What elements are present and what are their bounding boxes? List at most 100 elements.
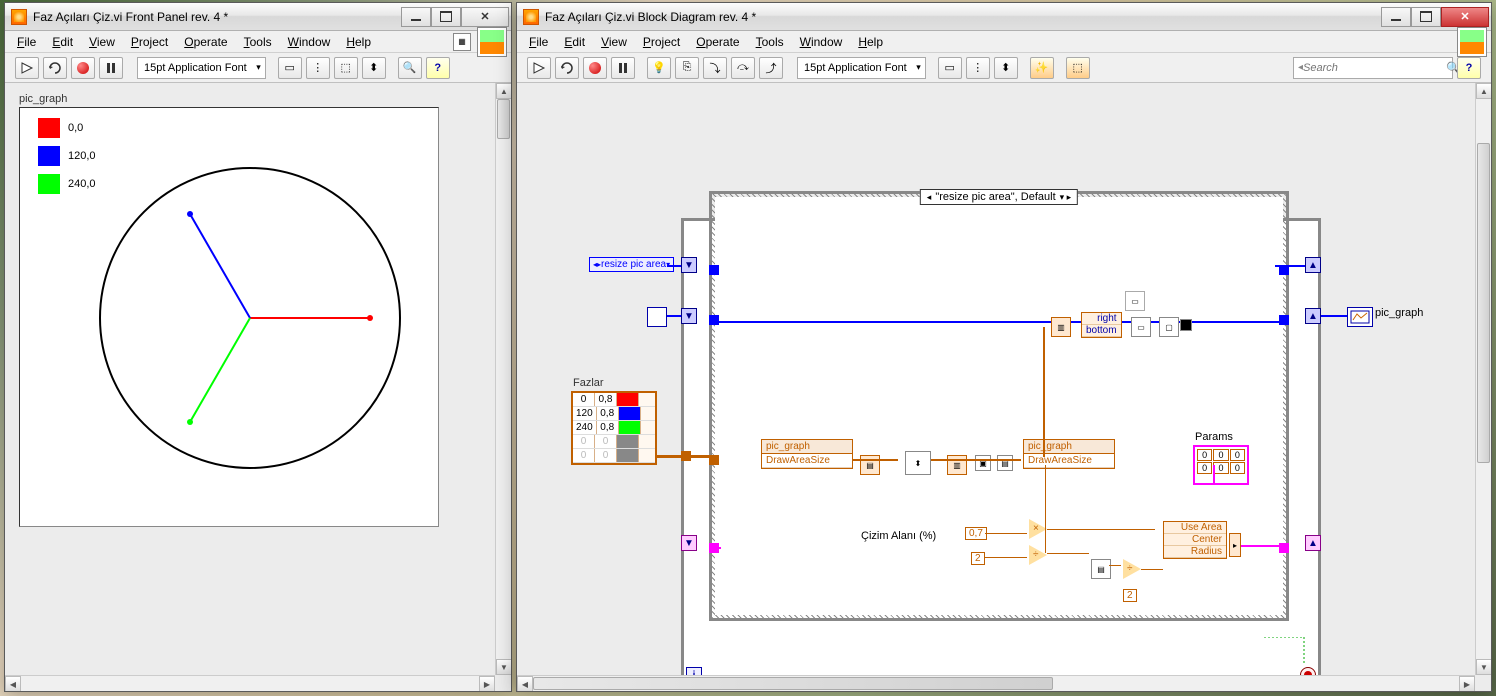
rect-build-icon[interactable]: ▭: [1131, 317, 1151, 337]
fazlar-cluster-constant[interactable]: Fazlar 00,81200,82400,80000: [571, 391, 657, 465]
menu-edit[interactable]: Edit: [44, 33, 81, 51]
tunnel[interactable]: [709, 265, 719, 275]
shift-register-left-2[interactable]: ▼: [681, 308, 697, 324]
picture-constant[interactable]: [647, 307, 667, 327]
fazlar-color[interactable]: [617, 393, 639, 406]
tunnel[interactable]: [1279, 315, 1289, 325]
to-cluster-icon[interactable]: ▥: [1051, 317, 1071, 337]
scroll-left-icon[interactable]: ◀: [517, 676, 533, 691]
fazlar-color[interactable]: [617, 449, 639, 462]
menu-help[interactable]: Help: [850, 33, 891, 51]
horizontal-scrollbar[interactable]: ◀ ▶: [5, 675, 495, 691]
property-node-pic-graph-2[interactable]: pic_graph DrawAreaSize: [1023, 439, 1115, 469]
scroll-up-icon[interactable]: ▲: [496, 83, 511, 99]
fazlar-row[interactable]: 2400,8: [573, 421, 655, 435]
fazlar-color[interactable]: [619, 421, 641, 434]
fazlar-color[interactable]: [619, 407, 641, 420]
loop-tunnel-fazlar[interactable]: [681, 451, 691, 461]
fazlar-angle[interactable]: 240: [573, 421, 597, 434]
vi-icon[interactable]: [477, 27, 507, 57]
bundle-icon[interactable]: ▤: [997, 455, 1013, 471]
menu-edit[interactable]: Edit: [556, 33, 593, 51]
help-button[interactable]: ?: [426, 57, 450, 79]
scroll-right-icon[interactable]: ▶: [1459, 676, 1475, 691]
params-cluster-indicator[interactable]: 0 0 0 0 0 0 Params: [1193, 445, 1249, 485]
constant-2b[interactable]: 2: [1123, 589, 1137, 602]
step-into-button[interactable]: ⤵: [703, 57, 727, 79]
font-select[interactable]: 15pt Application Font: [797, 57, 926, 79]
menu-file[interactable]: File: [9, 33, 44, 51]
shift-register-right-2[interactable]: ▲: [1305, 308, 1321, 324]
fazlar-row[interactable]: 00,8: [573, 393, 655, 407]
case-structure[interactable]: "resize pic area", Default r: [709, 191, 1289, 621]
help-button[interactable]: ?: [1457, 57, 1481, 79]
minimize-button[interactable]: [1381, 7, 1411, 27]
highlight-execution-button[interactable]: 💡: [647, 57, 671, 79]
pause-button[interactable]: [99, 57, 123, 79]
array-to-cluster-icon[interactable]: ▥: [947, 455, 967, 475]
run-continuous-button[interactable]: [43, 57, 67, 79]
reorder-button[interactable]: ⬍: [994, 57, 1018, 79]
scroll-up-icon[interactable]: ▲: [1476, 83, 1491, 99]
distribute-button[interactable]: ⋮: [966, 57, 990, 79]
align-button[interactable]: ▭: [938, 57, 962, 79]
menu-project[interactable]: Project: [123, 33, 176, 51]
menu-view[interactable]: View: [593, 33, 635, 51]
distribute-button[interactable]: ⋮: [306, 57, 330, 79]
fazlar-magnitude[interactable]: 0,8: [597, 421, 619, 434]
fazlar-angle[interactable]: 0: [573, 435, 595, 448]
run-button[interactable]: [527, 57, 551, 79]
block-diagram-titlebar[interactable]: Faz Açıları Çiz.vi Block Diagram rev. 4 …: [517, 3, 1491, 31]
fazlar-magnitude[interactable]: 0: [595, 435, 617, 448]
abort-button[interactable]: [583, 57, 607, 79]
pane-grid-icon[interactable]: ▦: [453, 33, 471, 51]
scroll-left-icon[interactable]: ◀: [5, 676, 21, 691]
fazlar-magnitude[interactable]: 0,8: [597, 407, 619, 420]
bundle-by-name[interactable]: Use Area Center Radius: [1163, 521, 1227, 559]
block-diagram-content[interactable]: i resize pic area ▼ draw outer circle ▲ …: [517, 83, 1491, 691]
divide-node-2[interactable]: ÷: [1123, 559, 1141, 579]
fazlar-magnitude[interactable]: 0: [595, 449, 617, 462]
build-array-icon[interactable]: ▤: [1091, 559, 1111, 579]
run-continuous-button[interactable]: [555, 57, 579, 79]
scroll-thumb[interactable]: [533, 677, 1053, 690]
pause-button[interactable]: [611, 57, 635, 79]
scroll-down-icon[interactable]: ▼: [1476, 659, 1491, 675]
front-panel-titlebar[interactable]: Faz Açıları Çiz.vi Front Panel rev. 4 *: [5, 3, 511, 31]
fazlar-magnitude[interactable]: 0,8: [595, 393, 617, 406]
case-selector[interactable]: "resize pic area", Default: [920, 189, 1078, 205]
close-button[interactable]: [461, 7, 509, 27]
toggle-button[interactable]: ⬚: [1066, 57, 1090, 79]
rect-const-icon[interactable]: ▭: [1125, 291, 1145, 311]
cluster-to-array-icon[interactable]: ▤: [860, 455, 880, 475]
fazlar-color[interactable]: [617, 435, 639, 448]
shift-register-right-3[interactable]: ▲: [1305, 535, 1321, 551]
align-button[interactable]: ▭: [278, 57, 302, 79]
menu-window[interactable]: Window: [792, 33, 851, 51]
retain-wire-values-button[interactable]: ⎘: [675, 57, 699, 79]
close-button[interactable]: [1441, 7, 1489, 27]
fazlar-row[interactable]: 00: [573, 449, 655, 463]
scroll-thumb[interactable]: [497, 99, 510, 139]
maximize-button[interactable]: [1411, 7, 1441, 27]
menu-project[interactable]: Project: [635, 33, 688, 51]
unbundle-by-name[interactable]: right bottom: [1081, 312, 1122, 338]
run-button[interactable]: [15, 57, 39, 79]
menu-tools[interactable]: Tools: [748, 33, 792, 51]
tunnel[interactable]: [709, 315, 719, 325]
horizontal-scrollbar[interactable]: ◀ ▶: [517, 675, 1475, 691]
shift-register-right-1[interactable]: ▲: [1305, 257, 1321, 273]
scroll-right-icon[interactable]: ▶: [479, 676, 495, 691]
fazlar-row[interactable]: 00: [573, 435, 655, 449]
property-node-pic-graph-1[interactable]: pic_graph DrawAreaSize: [761, 439, 853, 469]
search-icon-button[interactable]: 🔍: [398, 57, 422, 79]
menu-help[interactable]: Help: [338, 33, 379, 51]
shift-register-left-1[interactable]: ▼: [681, 257, 697, 273]
scroll-down-icon[interactable]: ▼: [496, 659, 511, 675]
vertical-scrollbar[interactable]: ▲ ▼: [495, 83, 511, 675]
fazlar-row[interactable]: 1200,8: [573, 407, 655, 421]
vi-icon[interactable]: [1457, 27, 1487, 57]
search-box[interactable]: ◂ 🔍: [1293, 57, 1453, 79]
menu-operate[interactable]: Operate: [176, 33, 235, 51]
step-over-button[interactable]: ⤼: [731, 57, 755, 79]
